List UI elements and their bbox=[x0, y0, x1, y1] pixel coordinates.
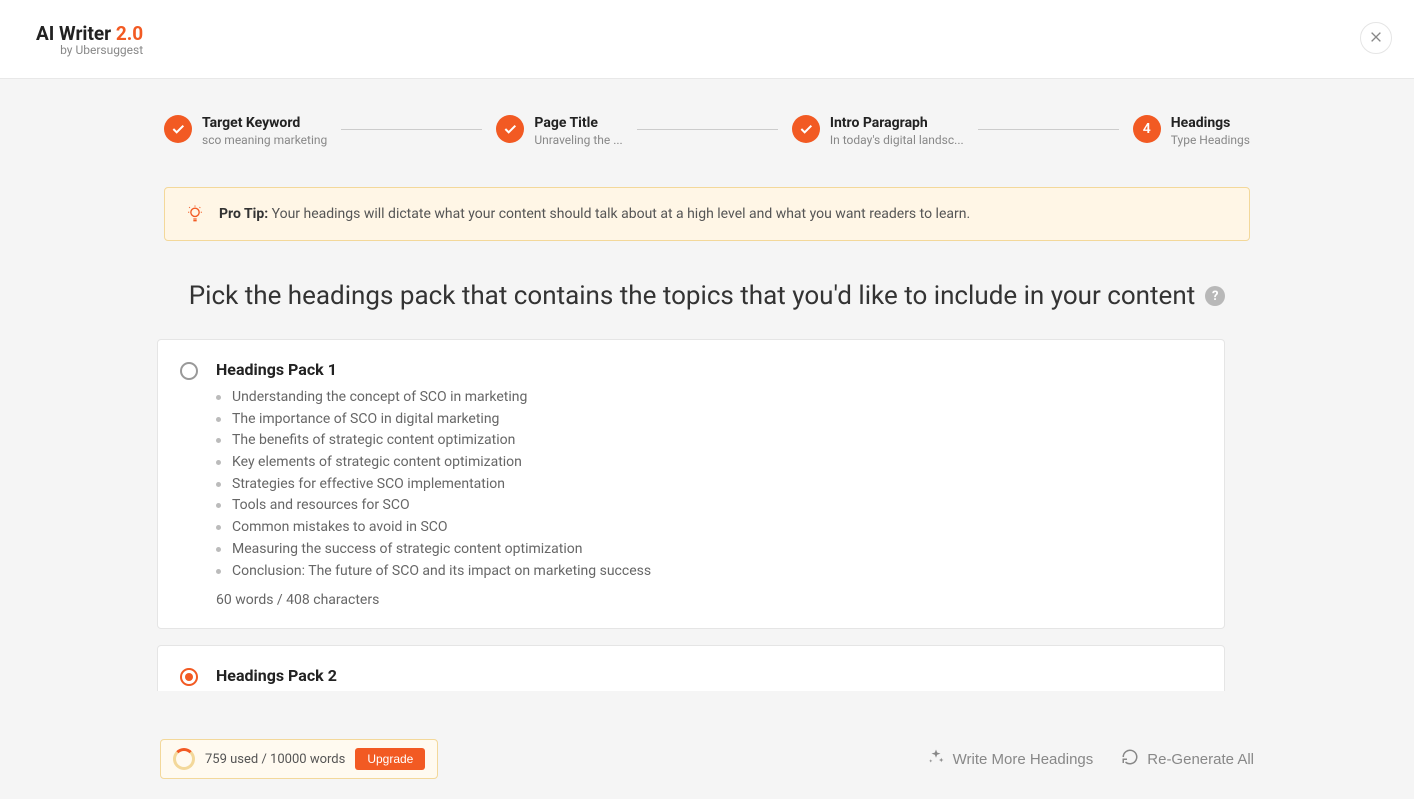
check-icon bbox=[164, 115, 192, 143]
step-number-icon: 4 bbox=[1133, 115, 1161, 143]
pack-title: Headings Pack 1 bbox=[216, 360, 1202, 379]
step-title: Page Title bbox=[534, 115, 622, 131]
upgrade-button[interactable]: Upgrade bbox=[355, 748, 425, 770]
logo-title: AI Writer 2.0 bbox=[36, 22, 143, 45]
close-button[interactable] bbox=[1360, 22, 1392, 54]
check-icon bbox=[792, 115, 820, 143]
list-item: Conclusion: The future of SCO and its im… bbox=[216, 561, 1202, 583]
write-more-headings-button[interactable]: Write More Headings bbox=[927, 748, 1094, 770]
list-item: Measuring the success of strategic conte… bbox=[216, 539, 1202, 561]
protip-banner: Pro Tip: Your headings will dictate what… bbox=[164, 187, 1250, 241]
list-item: Key elements of strategic content optimi… bbox=[216, 452, 1202, 474]
radio-button[interactable] bbox=[180, 668, 198, 686]
step-connector bbox=[341, 129, 482, 130]
step-subtitle: In today's digital landsc... bbox=[830, 133, 964, 147]
pack-items: Understanding the concept of SCO in mark… bbox=[216, 387, 1202, 582]
logo: AI Writer 2.0 by Ubersuggest bbox=[36, 22, 143, 57]
step-title: Target Keyword bbox=[202, 115, 327, 131]
step-2[interactable]: Page Title Unraveling the ... bbox=[496, 115, 622, 147]
logo-subtitle: by Ubersuggest bbox=[36, 43, 143, 57]
protip-text: Pro Tip: Your headings will dictate what… bbox=[219, 206, 970, 222]
usage-box: 759 used / 10000 words Upgrade bbox=[160, 739, 438, 779]
usage-text: 759 used / 10000 words bbox=[205, 752, 345, 767]
step-4[interactable]: 4 Headings Type Headings bbox=[1133, 115, 1250, 147]
pack-meta: 60 words / 408 characters bbox=[216, 592, 1202, 608]
step-3[interactable]: Intro Paragraph In today's digital landsc… bbox=[792, 115, 964, 147]
headings-pack[interactable]: Headings Pack 2Understanding the SCO mea… bbox=[157, 645, 1225, 691]
step-subtitle: Unraveling the ... bbox=[534, 133, 622, 147]
step-subtitle: Type Headings bbox=[1171, 133, 1250, 147]
step-connector bbox=[978, 129, 1119, 130]
list-item: Strategies for effective SCO implementat… bbox=[216, 474, 1202, 496]
step-subtitle: sco meaning marketing bbox=[202, 133, 327, 147]
list-item: Common mistakes to avoid in SCO bbox=[216, 517, 1202, 539]
step-title: Intro Paragraph bbox=[830, 115, 964, 131]
help-icon[interactable]: ? bbox=[1205, 286, 1225, 306]
close-icon bbox=[1369, 30, 1383, 47]
header: AI Writer 2.0 by Ubersuggest bbox=[0, 0, 1414, 79]
headings-pack[interactable]: Headings Pack 1 Understanding the concept… bbox=[157, 339, 1225, 629]
lightbulb-icon bbox=[185, 204, 205, 224]
stepper: Target Keyword sco meaning marketing Page … bbox=[164, 115, 1250, 147]
bottom-bar: 759 used / 10000 words Upgrade Write Mor… bbox=[0, 721, 1414, 799]
usage-ring-icon bbox=[173, 748, 195, 770]
sparkle-icon bbox=[927, 748, 945, 770]
section-title: Pick the headings pack that contains the… bbox=[164, 281, 1250, 311]
radio-button[interactable] bbox=[180, 362, 198, 380]
step-connector bbox=[637, 129, 778, 130]
refresh-icon bbox=[1121, 748, 1139, 770]
pack-title: Headings Pack 2 bbox=[216, 666, 1202, 685]
check-icon bbox=[496, 115, 524, 143]
list-item: Understanding the concept of SCO in mark… bbox=[216, 387, 1202, 409]
step-title: Headings bbox=[1171, 115, 1250, 131]
list-item: The benefits of strategic content optimi… bbox=[216, 430, 1202, 452]
actions: Write More Headings Re-Generate All bbox=[927, 748, 1254, 770]
step-1[interactable]: Target Keyword sco meaning marketing bbox=[164, 115, 327, 147]
regenerate-all-button[interactable]: Re-Generate All bbox=[1121, 748, 1254, 770]
packs-list[interactable]: Headings Pack 1 Understanding the concept… bbox=[157, 339, 1257, 691]
list-item: Tools and resources for SCO bbox=[216, 495, 1202, 517]
list-item: The importance of SCO in digital marketi… bbox=[216, 409, 1202, 431]
